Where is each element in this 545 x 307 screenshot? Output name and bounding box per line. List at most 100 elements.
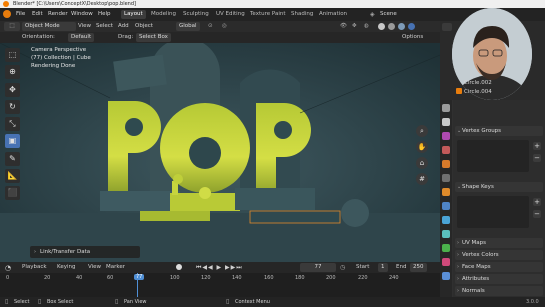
scale-tool[interactable]: ⤡ [5, 117, 20, 131]
shading-solid-icon[interactable] [388, 23, 395, 30]
zoom-view-button[interactable]: ⌕ [416, 125, 428, 137]
modifier-tab-icon[interactable] [442, 202, 450, 210]
move-icon: ✥ [9, 85, 16, 94]
section-face-maps[interactable]: › Face Maps [455, 262, 543, 272]
add-shape-key-button[interactable]: + [533, 198, 541, 206]
render-tab-icon[interactable] [442, 118, 450, 126]
timeline-menu-playback[interactable]: Playback [22, 264, 47, 270]
options-dropdown[interactable]: Options [402, 34, 423, 40]
blender-menu-icon[interactable] [3, 10, 11, 18]
remove-vertex-group-button[interactable]: − [533, 154, 541, 162]
grid-icon: # [419, 175, 425, 183]
camera-view-button[interactable]: ⌂ [416, 157, 428, 169]
material-tab-icon[interactable] [442, 258, 450, 266]
section-vertex-groups[interactable]: ⌄ Vertex Groups [455, 126, 543, 136]
section-vertex-colors[interactable]: › Vertex Colors [455, 250, 543, 260]
timeline-track[interactable] [0, 273, 440, 297]
overlay-icon[interactable]: ◍ [364, 23, 369, 29]
menu-window[interactable]: Window [71, 11, 93, 17]
tab-modeling[interactable]: Modeling [148, 10, 179, 19]
status-select: Select [14, 299, 30, 305]
tab-uv-editing[interactable]: UV Editing [213, 10, 248, 19]
data-tab-icon[interactable] [442, 244, 450, 252]
cursor-tool[interactable]: ⊕ [5, 65, 20, 79]
end-frame-field[interactable]: 250 [410, 263, 427, 272]
select-box-icon: ⬚ [8, 50, 17, 59]
view-layer-tab-icon[interactable] [442, 146, 450, 154]
tool-tab-icon[interactable] [442, 104, 450, 112]
proportional-edit-icon[interactable]: ◎ [222, 23, 227, 29]
section-shape-keys[interactable]: ⌄ Shape Keys [455, 182, 543, 192]
playback-controls[interactable]: ⏮◀◀ ▶ ▶▶⏭ [196, 264, 243, 272]
output-tab-icon[interactable] [442, 132, 450, 140]
section-title: Vertex Groups [462, 128, 502, 134]
annotate-tool[interactable]: ✎ [5, 152, 20, 166]
snap-icon[interactable]: ⊙ [208, 23, 213, 29]
section-normals[interactable]: › Normals [455, 286, 543, 296]
timeline-menu-keying[interactable]: Keying [57, 264, 75, 270]
add-cube-tool[interactable]: ⬛ [5, 186, 20, 200]
transform-tool[interactable]: ▣ [5, 134, 20, 148]
timeline-menu-marker[interactable]: Marker [106, 264, 125, 270]
webcam-overlay [452, 8, 532, 100]
menu-file[interactable]: File [16, 11, 25, 17]
shading-wireframe-icon[interactable] [378, 23, 385, 30]
transform-orientation-dropdown[interactable]: Global [176, 22, 200, 31]
timeline-menu-view[interactable]: View [88, 264, 101, 270]
scene-tab-icon[interactable] [442, 160, 450, 168]
chevron-down-icon: ⌄ [457, 128, 462, 134]
menu-help[interactable]: Help [98, 11, 111, 17]
menu-select[interactable]: Select [96, 23, 113, 29]
texture-tab-icon[interactable] [442, 272, 450, 280]
tab-shading[interactable]: Shading [288, 10, 316, 19]
menu-object[interactable]: Object [135, 23, 153, 29]
outliner-row-circle-002[interactable]: Circle.002 [464, 80, 492, 86]
menu-view[interactable]: View [78, 23, 91, 29]
menu-edit[interactable]: Edit [32, 11, 43, 17]
ortho-toggle-button[interactable]: # [416, 173, 428, 185]
tab-layout[interactable]: Layout [121, 10, 146, 19]
rotate-tool[interactable]: ↻ [5, 100, 20, 114]
last-operator-panel[interactable]: › Link/Transfer Data [30, 246, 140, 258]
3d-viewport[interactable] [0, 43, 440, 262]
current-frame-indicator[interactable]: 77 [134, 274, 145, 280]
mode-dropdown[interactable]: Object Mode [22, 22, 76, 31]
section-uv-maps[interactable]: › UV Maps [455, 238, 543, 248]
world-tab-icon[interactable] [442, 174, 450, 182]
editor-type-icon[interactable]: ⬚ [4, 22, 20, 31]
current-frame-field[interactable]: 77 [300, 263, 336, 272]
tick-label: 0 [6, 275, 10, 281]
menu-render[interactable]: Render [48, 11, 68, 17]
orientation-dropdown[interactable]: Default [68, 33, 95, 42]
gizmo-icon[interactable]: ✥ [352, 23, 357, 29]
section-attributes[interactable]: › Attributes [455, 274, 543, 284]
tab-animation[interactable]: Animation [316, 10, 350, 19]
shape-keys-list[interactable] [457, 196, 529, 228]
object-tab-icon[interactable] [442, 188, 450, 196]
shading-rendered-icon[interactable] [408, 23, 415, 30]
record-icon[interactable] [176, 264, 182, 270]
add-vertex-group-button[interactable]: + [533, 142, 541, 150]
clock-icon[interactable]: ◔ [5, 264, 11, 272]
scene-name[interactable]: Scene [380, 11, 397, 17]
remove-shape-key-button[interactable]: − [533, 210, 541, 218]
select-box-tool[interactable]: ⬚ [5, 48, 20, 62]
menu-add[interactable]: Add [118, 23, 129, 29]
preview-range-icon[interactable]: ◷ [340, 264, 345, 271]
particles-tab-icon[interactable] [442, 216, 450, 224]
shading-material-icon[interactable] [398, 23, 405, 30]
render-image [0, 43, 440, 262]
outliner-row-circle-004[interactable]: Circle.004 [464, 89, 492, 95]
vertex-groups-list[interactable] [457, 140, 529, 172]
chevron-right-icon: › [457, 276, 459, 282]
measure-tool[interactable]: 📐 [5, 169, 20, 183]
tab-sculpting[interactable]: Sculpting [180, 10, 212, 19]
drag-dropdown[interactable]: Select Box [136, 33, 171, 42]
move-tool[interactable]: ✥ [5, 83, 20, 97]
visibility-icon[interactable]: 👁 [340, 23, 347, 29]
start-frame-field[interactable]: 1 [378, 263, 388, 272]
outliner-editor-icon[interactable] [442, 23, 452, 31]
physics-tab-icon[interactable] [442, 230, 450, 238]
tab-texture-paint[interactable]: Texture Paint [247, 10, 289, 19]
pan-view-button[interactable]: ✋ [416, 141, 428, 153]
